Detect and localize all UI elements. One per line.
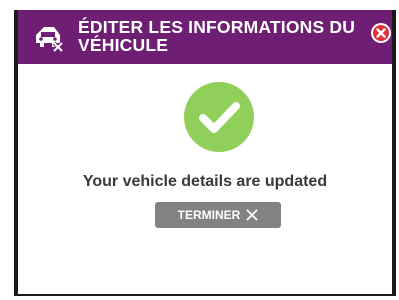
close-circle-icon[interactable] [370,22,392,44]
finish-button-label: TERMINER [177,208,241,222]
dialog-title: ÉDITER LES INFORMATIONS DU VÉHICULE [78,17,356,55]
close-icon [246,209,258,221]
edit-vehicle-dialog: ÉDITER LES INFORMATIONS DU VÉHICULE Your… [14,10,396,296]
finish-button[interactable]: TERMINER [155,202,281,228]
success-message: Your vehicle details are updated [82,173,328,190]
check-circle-icon [184,82,254,152]
dialog-header: ÉDITER LES INFORMATIONS DU VÉHICULE [18,10,392,64]
car-edit-icon [36,27,64,53]
